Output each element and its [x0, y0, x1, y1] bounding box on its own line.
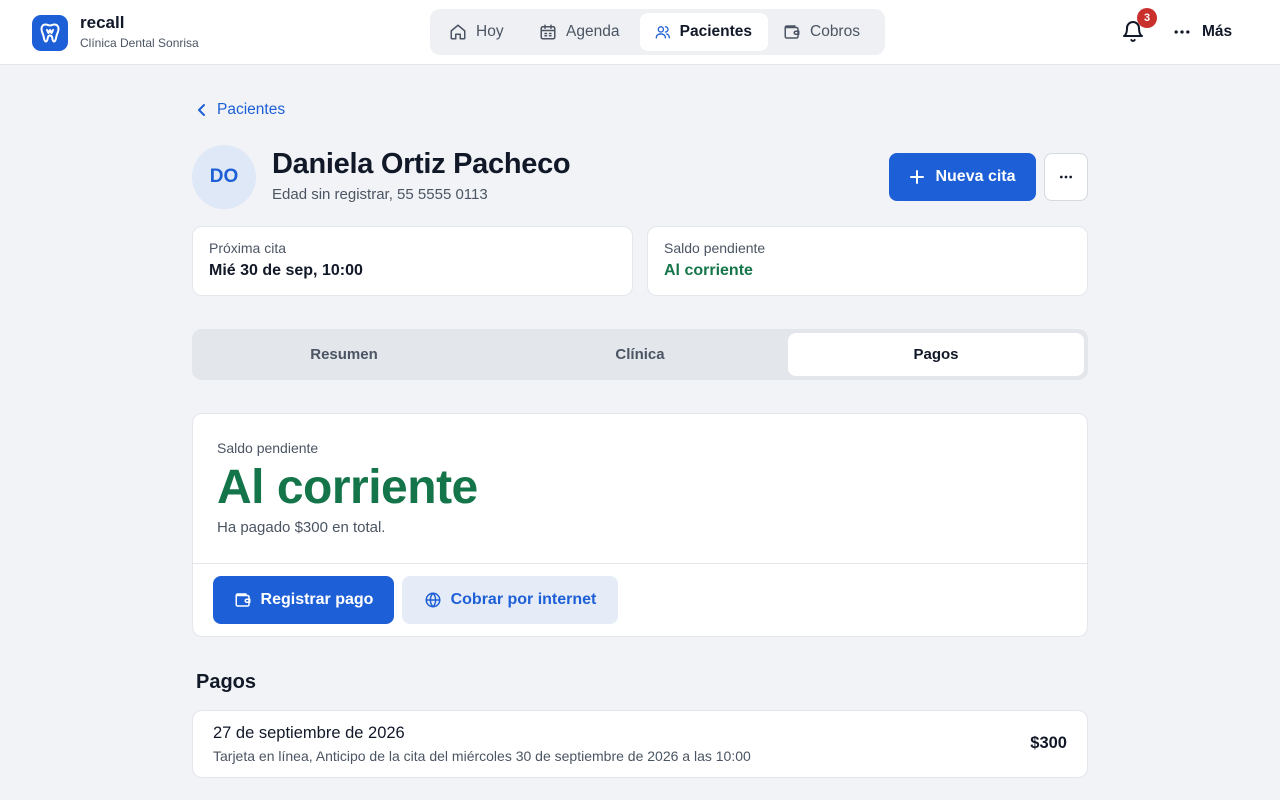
tab-clinica[interactable]: Clínica — [492, 333, 788, 376]
top-bar: recall Clínica Dental Sonrisa Hoy Agenda… — [0, 0, 1280, 65]
next-appointment-value: Mié 30 de sep, 10:00 — [209, 262, 363, 279]
chevron-left-icon — [198, 104, 205, 116]
page-title: Daniela Ortiz Pacheco — [272, 148, 571, 180]
payment-description: Tarjeta en línea, Anticipo de la cita de… — [213, 748, 751, 764]
ellipsis-icon — [1060, 175, 1072, 179]
patient-tabs: Resumen Clínica Pagos — [192, 329, 1088, 380]
patient-options-button[interactable] — [1044, 153, 1088, 201]
breadcrumb-label: Pacientes — [217, 101, 286, 118]
payment-amount: $300 — [1030, 734, 1067, 752]
register-payment-label: Registrar pago — [260, 591, 374, 608]
tab-resumen[interactable]: Resumen — [196, 333, 492, 376]
breadcrumb-back[interactable]: Pacientes — [196, 101, 285, 119]
brand-subtitle: Clínica Dental Sonrisa — [80, 36, 199, 50]
patient-meta: Edad sin registrar, 55 5555 0113 — [272, 186, 488, 203]
ellipsis-icon — [1174, 30, 1190, 34]
main-nav: Hoy Agenda Pacientes Cobros — [430, 9, 885, 55]
nav-item-hoy[interactable]: Hoy — [434, 13, 524, 51]
balance-note: Ha pagado $300 en total. — [217, 519, 386, 536]
nav-item-agenda[interactable]: Agenda — [524, 13, 640, 51]
register-payment-button[interactable]: Registrar pago — [213, 576, 394, 624]
balance-summary-value: Al corriente — [664, 262, 753, 279]
balance-label: Saldo pendiente — [217, 440, 319, 456]
charge-online-label: Cobrar por internet — [450, 591, 597, 608]
tooth-logo-icon — [32, 14, 68, 51]
nav-item-cobros[interactable]: Cobros — [768, 13, 881, 51]
globe-icon — [425, 592, 441, 608]
notifications-badge: 3 — [1137, 8, 1157, 28]
calendar-icon — [540, 24, 556, 40]
brand-name: recall — [80, 13, 125, 32]
wallet-icon — [235, 593, 251, 607]
next-appointment-card: Próxima cita Mié 30 de sep, 10:00 — [192, 226, 633, 296]
next-appointment-label: Próxima cita — [209, 240, 287, 256]
more-menu-button[interactable]: Más — [1172, 20, 1232, 44]
charge-online-button[interactable]: Cobrar por internet — [402, 576, 618, 624]
balance-card: Saldo pendiente Al corriente Ha pagado $… — [192, 413, 1088, 637]
nav-item-label: Agenda — [566, 23, 620, 40]
new-appointment-button[interactable]: Nueva cita — [889, 153, 1036, 201]
plus-icon — [910, 170, 925, 184]
balance-summary-card: Saldo pendiente Al corriente — [647, 226, 1088, 296]
nav-item-pacientes[interactable]: Pacientes — [640, 13, 768, 51]
nav-item-label: Cobros — [810, 23, 860, 40]
new-appointment-label: Nueva cita — [935, 168, 1016, 185]
balance-value: Al corriente — [217, 461, 478, 514]
brand[interactable]: recall Clínica Dental Sonrisa — [32, 14, 199, 51]
nav-item-label: Pacientes — [679, 23, 752, 40]
payments-section-title: Pagos — [196, 671, 257, 693]
wallet-icon — [784, 25, 800, 39]
nav-item-label: Hoy — [476, 23, 504, 40]
users-icon — [655, 26, 670, 39]
avatar: DO — [192, 145, 256, 209]
balance-summary-label: Saldo pendiente — [664, 240, 766, 256]
payment-date: 27 de septiembre de 2026 — [213, 724, 405, 742]
home-icon — [450, 24, 466, 40]
tab-pagos[interactable]: Pagos — [788, 333, 1084, 376]
list-item[interactable]: 27 de septiembre de 2026 Tarjeta en líne… — [192, 710, 1088, 778]
more-menu-label: Más — [1202, 23, 1233, 40]
